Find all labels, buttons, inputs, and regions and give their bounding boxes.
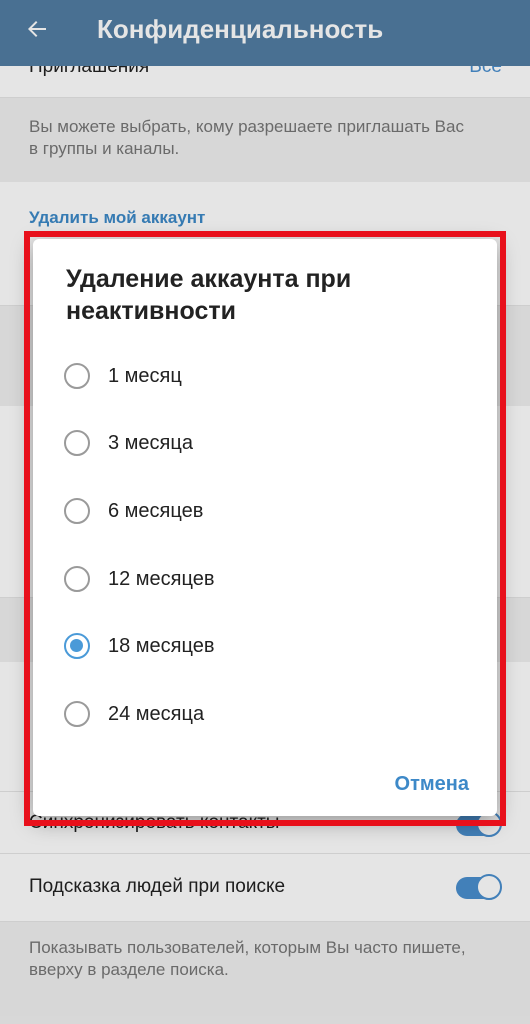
radio-24-months[interactable] [64, 701, 90, 727]
option-12-months[interactable]: 12 месяцев [33, 549, 497, 609]
option-label: 3 месяца [108, 431, 193, 454]
option-label: 12 месяцев [108, 567, 215, 590]
radio-18-months-checked[interactable] [64, 633, 90, 659]
option-label: 24 месяца [108, 702, 205, 725]
inactivity-dialog: Удаление аккаунта при неактивности 1 мес… [33, 239, 497, 816]
option-3-months[interactable]: 3 месяца [33, 413, 497, 473]
option-label: 18 месяцев [108, 634, 215, 657]
option-24-months[interactable]: 24 месяца [33, 684, 497, 744]
option-1-month[interactable]: 1 месяц [33, 346, 497, 406]
radio-1-month[interactable] [64, 363, 90, 389]
radio-12-months[interactable] [64, 566, 90, 592]
option-label: 1 месяц [108, 364, 182, 387]
option-18-months[interactable]: 18 месяцев [33, 616, 497, 676]
cancel-button[interactable]: Отмена [395, 773, 469, 796]
option-label: 6 месяцев [108, 499, 204, 522]
dialog-title: Удаление аккаунта при неактивности [66, 265, 352, 325]
radio-3-months[interactable] [64, 430, 90, 456]
radio-6-months[interactable] [64, 498, 90, 524]
option-6-months[interactable]: 6 месяцев [33, 481, 497, 541]
